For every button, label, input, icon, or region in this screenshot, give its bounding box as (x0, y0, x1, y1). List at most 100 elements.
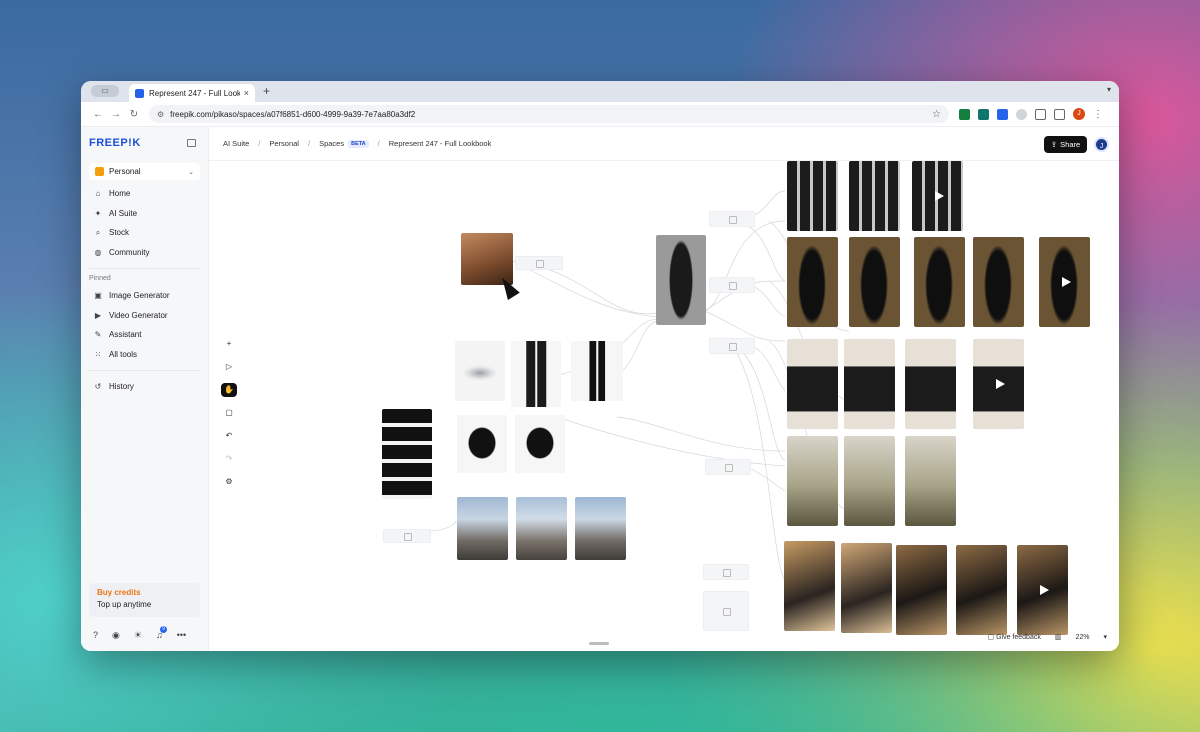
output-video-node[interactable] (1017, 545, 1068, 635)
workspace-selector[interactable]: Personal ⌄ (89, 163, 200, 180)
sidebar-item-assistant[interactable]: ✎ Assistant (89, 325, 200, 345)
output-studio-node[interactable] (787, 237, 838, 327)
prompt-node[interactable] (703, 564, 749, 580)
prompt-node[interactable] (703, 591, 749, 631)
forward-arrow-icon[interactable]: → (107, 109, 125, 120)
help-icon[interactable]: ? (93, 630, 98, 641)
output-lineup-node[interactable] (905, 339, 956, 429)
canvas-scroll-handle[interactable] (589, 642, 609, 645)
output-video-node[interactable] (973, 339, 1024, 429)
reading-list-icon[interactable] (1054, 108, 1065, 120)
select-pointer-icon[interactable]: ▷ (221, 360, 237, 374)
comment-icon[interactable]: ▢ (221, 406, 237, 420)
more-options-icon[interactable]: ••• (177, 630, 186, 641)
spaces-canvas[interactable]: + ▷ ✋ ▢ ↶ ↷ ⚙ ▢ Give feedback ▥ 22% ▾ (209, 161, 1119, 651)
action-shot-node-3[interactable] (575, 497, 626, 560)
zoom-chevron-down-icon[interactable]: ▾ (1103, 633, 1107, 641)
extension-gear-icon[interactable] (1016, 108, 1027, 120)
sidebar-item-home[interactable]: ⌂ Home (89, 184, 200, 204)
model-fullbody-node[interactable] (656, 235, 706, 325)
sidebar-item-label: Home (109, 189, 131, 199)
prompt-node[interactable] (515, 256, 563, 270)
pants-node[interactable] (571, 341, 623, 401)
output-grid-node[interactable] (787, 161, 838, 231)
close-tab-icon[interactable]: × (244, 88, 249, 98)
output-walking-node[interactable] (844, 436, 895, 526)
tab-search-icon[interactable]: ▭ (91, 85, 119, 97)
output-studio-node[interactable] (973, 237, 1024, 327)
tab-strip: ▭ Represent 247 - Full Lookbook × + ▾ (81, 81, 1119, 102)
hand-pan-icon[interactable]: ✋ (221, 383, 237, 397)
sidebar-item-label: Image Generator (109, 291, 170, 301)
output-seated-node[interactable] (896, 545, 947, 635)
bookmark-star-icon[interactable]: ☆ (932, 109, 941, 120)
url-input[interactable]: ⚙ freepik.com/pikaso/spaces/a07f6851-d60… (149, 105, 949, 123)
action-shot-node-1[interactable] (457, 497, 508, 560)
new-tab-button[interactable]: + (263, 84, 270, 98)
site-settings-icon[interactable]: ⚙ (157, 110, 164, 119)
output-lineup-node[interactable] (844, 339, 895, 429)
extension-play-icon[interactable] (978, 108, 989, 120)
sidebar-item-all-tools[interactable]: ⁙ All tools (89, 345, 200, 365)
output-video-node[interactable] (912, 161, 963, 231)
breadcrumb-ai-suite[interactable]: AI Suite (223, 139, 249, 148)
sidebar-collapse-icon[interactable] (187, 139, 196, 147)
output-seated-node[interactable] (841, 543, 892, 633)
browser-menu-icon[interactable]: ⋮ (1093, 109, 1103, 120)
action-shot-node-2[interactable] (516, 497, 567, 560)
prompt-node[interactable] (709, 277, 755, 293)
output-studio-node[interactable] (914, 237, 965, 327)
output-seated-node[interactable] (784, 541, 835, 631)
notifications-bell-icon[interactable]: ♫ 9 (156, 626, 167, 641)
sidebar-item-history[interactable]: ↺ History (89, 377, 200, 397)
prompt-node[interactable] (709, 338, 755, 354)
share-button[interactable]: ⇪ Share (1044, 136, 1087, 153)
output-studio-node[interactable] (849, 237, 900, 327)
output-video-node[interactable] (1039, 237, 1090, 327)
discord-icon[interactable]: ◉ (112, 630, 120, 641)
settings-gear-icon[interactable]: ⚙ (221, 475, 237, 489)
prompt-node[interactable] (705, 459, 751, 475)
sidebar-item-image-generator[interactable]: ▣ Image Generator (89, 286, 200, 306)
add-node-icon[interactable]: + (221, 337, 237, 351)
pinned-heading: Pinned (89, 275, 111, 282)
reload-icon[interactable]: ↻ (125, 109, 143, 120)
extensions-puzzle-icon[interactable] (1035, 108, 1046, 120)
back-arrow-icon[interactable]: ← (89, 109, 107, 120)
tab-menu-chevron-icon[interactable]: ▾ (1107, 85, 1111, 94)
freepik-logo[interactable]: FREEP!K (89, 137, 200, 149)
sneaker-node[interactable] (455, 341, 505, 401)
tshirt-collage-node[interactable] (382, 409, 432, 499)
breadcrumb-spaces[interactable]: Spaces (319, 139, 344, 148)
output-lineup-node[interactable] (787, 339, 838, 429)
extension-blue-icon[interactable] (997, 108, 1008, 120)
output-walking-node[interactable] (787, 436, 838, 526)
breadcrumb-separator: / (258, 139, 261, 148)
output-seated-node[interactable] (956, 545, 1007, 635)
tshirt-back-node[interactable] (515, 415, 565, 473)
model-pants-node[interactable] (511, 341, 561, 407)
sidebar-item-community[interactable]: ◍ Community (89, 243, 200, 263)
extension-green-icon[interactable] (959, 108, 970, 120)
buy-credits-card[interactable]: Buy credits Top up anytime (89, 583, 200, 617)
feedback-link[interactable]: ▢ Give feedback (988, 633, 1041, 641)
sidebar-item-stock[interactable]: ⌕ Stock (89, 223, 200, 243)
undo-icon[interactable]: ↶ (221, 429, 237, 443)
prompt-node[interactable] (383, 529, 431, 543)
breadcrumb-current-space[interactable]: Represent 247 - Full Lookbook (389, 139, 492, 148)
minimap-icon[interactable]: ▥ (1055, 633, 1062, 641)
tshirt-front-node[interactable] (457, 415, 507, 473)
redo-icon[interactable]: ↷ (221, 452, 237, 466)
browser-tab[interactable]: Represent 247 - Full Lookbook × (129, 84, 255, 102)
breadcrumb-personal[interactable]: Personal (269, 139, 299, 148)
sidebar-item-ai-suite[interactable]: ✦ AI Suite (89, 204, 200, 224)
home-icon: ⌂ (95, 189, 101, 199)
prompt-node[interactable] (709, 211, 755, 227)
browser-profile-avatar[interactable]: J (1073, 108, 1085, 120)
theme-sun-icon[interactable]: ☀ (134, 630, 142, 641)
sidebar-item-video-generator[interactable]: ▶ Video Generator (89, 306, 200, 326)
output-grid-node[interactable] (849, 161, 900, 231)
output-walking-node[interactable] (905, 436, 956, 526)
zoom-level[interactable]: 22% (1075, 634, 1089, 641)
user-avatar[interactable]: J (1094, 137, 1109, 152)
